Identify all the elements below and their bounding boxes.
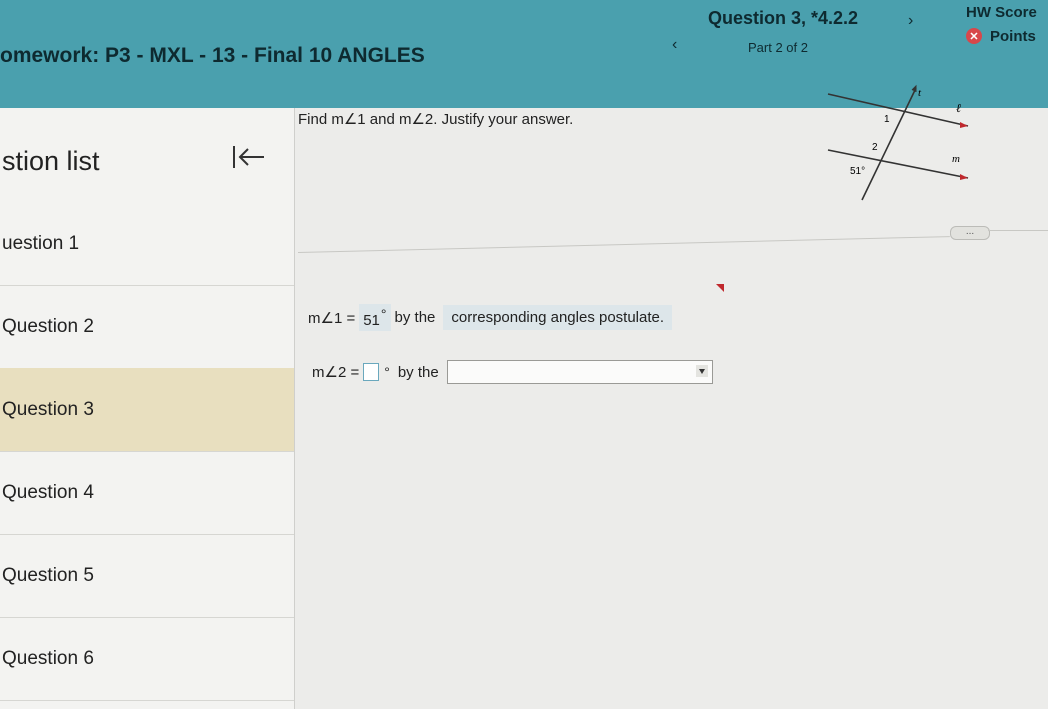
question-list-item-label: Question 2 [2,315,94,337]
question-prompt: Find m∠1 and m∠2. Justify your answer. [298,111,574,128]
by-the-label: by the [394,309,436,326]
m-angle-1-value-text: 51 [363,312,380,329]
section-divider [297,236,950,253]
m-angle-1-value[interactable]: 51° [359,304,391,331]
transversal-line [861,87,917,201]
label-m: m [952,153,960,165]
question-title: Question 3, *4.2.2 [708,8,859,28]
question-list-item-label: Question 4 [2,481,94,503]
homework-title: omework: P3 - MXL - 13 - Final 10 ANGLES [0,44,425,67]
question-part: Part 2 of 2 [748,40,808,55]
question-list-item-6[interactable]: Question 6 [0,617,294,701]
question-list-item-4[interactable]: Question 4 [0,451,294,535]
more-options-button[interactable]: ... [950,226,990,240]
question-list-item-2[interactable]: Question 2 [0,285,294,369]
m-angle-2-input[interactable] [363,363,380,381]
question-list-item-label: Question 6 [2,647,94,669]
m-angle-1-prefix: m∠1 = [308,309,356,327]
label-l: ℓ [956,101,961,115]
label-angle-1: 1 [884,114,890,125]
line-l [827,93,969,127]
label-angle-2: 2 [872,142,878,153]
degree-symbol: ° [384,364,390,380]
question-list-sidebar: stion list uestion 1 Question 2 Question… [0,108,295,709]
m-angle-2-prefix: m∠2 = [312,364,360,381]
question-list-item-1[interactable]: uestion 1 [0,202,294,286]
collapse-sidebar-icon[interactable] [230,142,270,172]
answer-line-1: m∠1 = 51° by the corresponding angles po… [308,304,673,331]
chevron-down-icon [695,365,708,377]
question-list-item-5[interactable]: Question 5 [0,534,294,618]
points-label: Points [990,27,1036,45]
label-angle-51: 51° [850,166,865,177]
question-list-title: stion list [2,146,100,176]
question-list-item-label: uestion 1 [2,232,80,254]
line-m [827,149,969,179]
points-row: ✕ Points [966,26,1036,46]
incorrect-x-icon: ✕ [966,28,982,44]
section-divider-right [988,230,1048,231]
degree-symbol: ° [380,306,387,322]
answer-flag-icon [716,284,724,292]
answer-line-2: m∠2 = ° by the [312,360,713,384]
by-the-label: by the [397,363,439,381]
reason-1-selection[interactable]: corresponding angles postulate. [443,305,673,330]
hw-score-label: HW Score [966,4,1037,21]
previous-question-button[interactable]: ‹ [672,36,677,54]
question-list-item-label: Question 5 [2,564,94,586]
label-t: t [918,87,922,99]
question-list-item-label: Question 3 [2,398,94,420]
parallel-lines-diagram: t ℓ m 1 2 51° [827,84,969,201]
reason-2-dropdown[interactable] [446,360,713,384]
question-list-item-3[interactable]: Question 3 [0,368,294,452]
next-question-button[interactable]: › [908,12,913,30]
